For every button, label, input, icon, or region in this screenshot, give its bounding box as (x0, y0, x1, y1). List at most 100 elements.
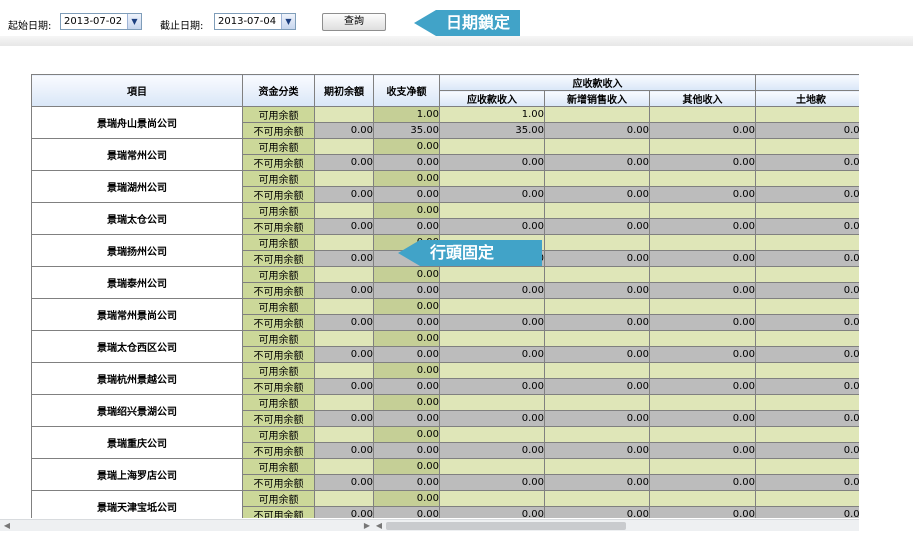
table-row[interactable]: 景瑞杭州景越公司 可用余额 0.00 (31, 362, 859, 395)
value-cell: 35.00 (373, 122, 440, 139)
scroll-right-icon[interactable]: ▶ (362, 520, 372, 532)
company-name[interactable]: 景瑞常州景尚公司 (31, 298, 243, 331)
value-cell: 0.00 (373, 330, 440, 347)
table-row[interactable]: 景瑞上海罗店公司 可用余额 0.00 (31, 458, 859, 491)
value-cell: 0.00 (649, 474, 756, 491)
fund-class-unavailable: 不可用余额 (242, 506, 315, 518)
company-name[interactable]: 景瑞太仓公司 (31, 202, 243, 235)
value-cell (439, 202, 545, 219)
value-cell (314, 298, 374, 315)
header-net-amount[interactable]: 收支净额 (373, 74, 440, 107)
value-cell: 0.00 (544, 218, 650, 235)
value-cell (649, 362, 756, 379)
value-cell: 0.00 (544, 282, 650, 299)
value-cell (755, 298, 859, 315)
value-cell (755, 234, 859, 251)
value-cell (314, 170, 374, 187)
horizontal-scrollbar[interactable]: ◀ ▶ ◀ (0, 519, 859, 531)
value-cell: 0.00 (544, 378, 650, 395)
table-row[interactable]: 景瑞绍兴景湖公司 可用余额 0.00 (31, 394, 859, 427)
value-cell (755, 330, 859, 347)
value-cell: 0.00 (314, 314, 374, 331)
header-item[interactable]: 項目 (31, 74, 243, 107)
header-fund-class[interactable]: 资金分类 (242, 74, 315, 107)
value-cell (755, 394, 859, 411)
fund-class-unavailable: 不可用余额 (242, 122, 315, 139)
company-name[interactable]: 景瑞太仓西区公司 (31, 330, 243, 363)
fund-class-unavailable: 不可用余额 (242, 250, 315, 267)
table-row[interactable]: 景瑞湖州公司 可用余额 0.00 (31, 170, 859, 203)
company-name[interactable]: 景瑞扬州公司 (31, 234, 243, 267)
scroll-left-icon[interactable]: ◀ (2, 520, 12, 532)
value-cell (649, 298, 756, 315)
company-name[interactable]: 景瑞杭州景越公司 (31, 362, 243, 395)
value-cell (314, 266, 374, 283)
value-cell: 0.00 (439, 346, 545, 363)
chevron-down-icon[interactable]: ▼ (127, 14, 141, 29)
scroll-thumb[interactable] (386, 522, 626, 530)
value-cell: 0.00 (755, 410, 859, 427)
arrow-left-icon (414, 10, 436, 36)
table-row[interactable]: 景瑞常州公司 可用余额 0.00 (31, 138, 859, 171)
company-name[interactable]: 景瑞湖州公司 (31, 170, 243, 203)
company-name[interactable]: 景瑞上海罗店公司 (31, 458, 243, 491)
scroll-left-icon[interactable]: ◀ (374, 520, 384, 532)
fund-class-unavailable: 不可用余额 (242, 410, 315, 427)
table-row[interactable]: 景瑞太仓公司 可用余额 0.00 (31, 202, 859, 235)
value-cell: 0.00 (373, 314, 440, 331)
header-land-payment[interactable]: 土地款 (755, 90, 859, 107)
value-cell: 0.00 (314, 186, 374, 203)
header-opening-balance[interactable]: 期初余額 (314, 74, 374, 107)
header-new-sales-income[interactable]: 新增销售收入 (544, 90, 650, 107)
company-name[interactable]: 景瑞泰州公司 (31, 266, 243, 299)
value-cell (755, 202, 859, 219)
value-cell (439, 362, 545, 379)
value-cell (755, 458, 859, 475)
chevron-down-icon[interactable]: ▼ (281, 14, 295, 29)
value-cell (755, 266, 859, 283)
table-row[interactable]: 景瑞天津宝坻公司 可用余额 0.00 (31, 490, 859, 518)
value-cell: 0.00 (439, 314, 545, 331)
value-cell (439, 426, 545, 443)
start-date-value: 2013-07-02 (64, 16, 123, 27)
value-cell: 0.00 (373, 218, 440, 235)
value-cell: 0.00 (544, 410, 650, 427)
value-cell: 0.00 (439, 506, 545, 518)
table-row[interactable]: 景瑞太仓西区公司 可用余额 0.00 (31, 330, 859, 363)
value-cell (755, 106, 859, 123)
value-cell (544, 330, 650, 347)
value-cell (544, 490, 650, 507)
table-row[interactable]: 景瑞泰州公司 可用余额 0.00 (31, 266, 859, 299)
query-button[interactable]: 查詢 (322, 13, 386, 31)
table-row[interactable]: 景瑞重庆公司 可用余额 0.00 (31, 426, 859, 459)
value-cell (649, 170, 756, 187)
value-cell (755, 362, 859, 379)
company-name[interactable]: 景瑞天津宝坻公司 (31, 490, 243, 518)
end-date-field[interactable]: 2013-07-04 ▼ (214, 13, 296, 30)
value-cell: 0.00 (373, 282, 440, 299)
header-receivable-income[interactable]: 应收款收入 (439, 90, 545, 107)
value-cell: 0.00 (373, 154, 440, 171)
value-cell: 0.00 (314, 282, 374, 299)
value-cell: 0.00 (544, 506, 650, 518)
value-cell: 0.00 (439, 410, 545, 427)
start-date-field[interactable]: 2013-07-02 ▼ (60, 13, 142, 30)
value-cell (544, 362, 650, 379)
fund-class-available: 可用余额 (242, 394, 315, 411)
company-name[interactable]: 景瑞绍兴景湖公司 (31, 394, 243, 427)
company-name[interactable]: 景瑞舟山景尚公司 (31, 106, 243, 139)
value-cell: 0.00 (373, 186, 440, 203)
value-cell (314, 490, 374, 507)
header-blank (755, 74, 859, 91)
table-row[interactable]: 景瑞常州景尚公司 可用余额 0.00 (31, 298, 859, 331)
value-cell (544, 138, 650, 155)
company-name[interactable]: 景瑞常州公司 (31, 138, 243, 171)
company-name[interactable]: 景瑞重庆公司 (31, 426, 243, 459)
value-cell (649, 202, 756, 219)
header-other-income[interactable]: 其他收入 (649, 90, 756, 107)
header-receivables-group[interactable]: 应收款收入 (439, 74, 756, 91)
value-cell (314, 202, 374, 219)
table-row[interactable]: 景瑞舟山景尚公司 可用余额 1.00 1.00 (31, 106, 859, 139)
value-cell (314, 394, 374, 411)
value-cell: 0.00 (439, 474, 545, 491)
